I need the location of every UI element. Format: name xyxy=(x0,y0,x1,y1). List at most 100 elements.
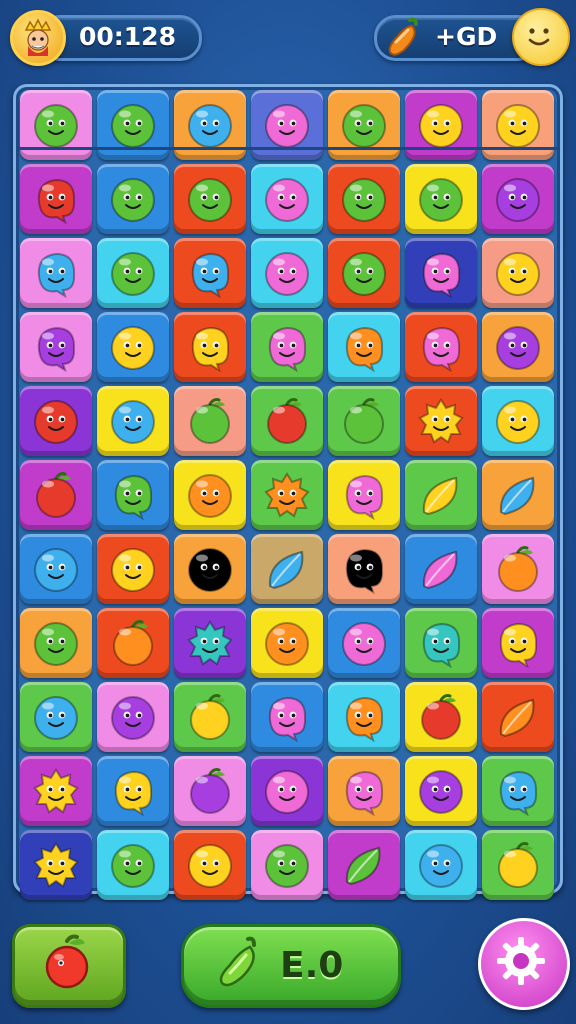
tile-character-icon xyxy=(345,474,384,520)
tile-character-icon xyxy=(418,398,464,444)
booster-button[interactable] xyxy=(12,924,126,1008)
board-tile[interactable] xyxy=(482,756,554,826)
board-tile[interactable] xyxy=(20,682,92,752)
board-tile[interactable] xyxy=(97,534,169,604)
board-tile[interactable] xyxy=(20,756,92,826)
board-tile[interactable] xyxy=(97,238,169,308)
board-tile[interactable] xyxy=(174,830,246,900)
board-tile[interactable] xyxy=(97,164,169,234)
board-tile[interactable] xyxy=(482,682,554,752)
board-tile[interactable] xyxy=(405,238,477,308)
board-tile[interactable] xyxy=(482,608,554,678)
board-tile[interactable] xyxy=(20,460,92,530)
board-tile[interactable] xyxy=(405,830,477,900)
board-tile[interactable] xyxy=(482,460,554,530)
board-tile[interactable] xyxy=(174,756,246,826)
tile-character-icon xyxy=(344,398,384,444)
tile-character-icon xyxy=(419,104,463,148)
tile-character-icon xyxy=(111,844,155,888)
board-tile[interactable] xyxy=(251,164,323,234)
board-tile[interactable] xyxy=(174,460,246,530)
smiley-coin-icon xyxy=(512,8,570,66)
board-tile[interactable] xyxy=(251,386,323,456)
board-tile[interactable] xyxy=(328,534,400,604)
tile-character-icon xyxy=(496,178,540,222)
board-tile[interactable] xyxy=(328,238,400,308)
board-tile[interactable] xyxy=(174,534,246,604)
tile-character-icon xyxy=(114,474,153,520)
board-tile[interactable] xyxy=(405,164,477,234)
board-tile[interactable] xyxy=(405,312,477,382)
board-tile[interactable] xyxy=(174,682,246,752)
tile-character-icon xyxy=(33,842,79,888)
board-tile[interactable] xyxy=(20,238,92,308)
board-tile[interactable] xyxy=(97,312,169,382)
board-tile[interactable] xyxy=(482,830,554,900)
tile-character-icon xyxy=(34,104,78,148)
board-tile[interactable] xyxy=(174,238,246,308)
board-tile[interactable] xyxy=(328,312,400,382)
board-tile[interactable] xyxy=(482,238,554,308)
board-tile[interactable] xyxy=(482,386,554,456)
board-tile[interactable] xyxy=(20,830,92,900)
board-tile[interactable] xyxy=(482,312,554,382)
board-tile[interactable] xyxy=(251,756,323,826)
board-tile[interactable] xyxy=(405,386,477,456)
board-tile[interactable] xyxy=(20,608,92,678)
tile-character-icon xyxy=(498,842,538,888)
board-tile[interactable] xyxy=(97,830,169,900)
board-tile[interactable] xyxy=(328,164,400,234)
tile-character-icon xyxy=(499,698,535,738)
board-tile[interactable] xyxy=(174,164,246,234)
score-button[interactable]: E.0 xyxy=(181,924,401,1008)
board-tile[interactable] xyxy=(405,682,477,752)
board-tile[interactable] xyxy=(328,682,400,752)
board-tile[interactable] xyxy=(328,756,400,826)
board-tile[interactable] xyxy=(251,682,323,752)
bonus-text: +GD xyxy=(435,22,498,51)
tile-character-icon xyxy=(265,622,309,666)
tile-character-icon xyxy=(342,252,386,296)
board-tile[interactable] xyxy=(328,830,400,900)
board-tile[interactable] xyxy=(405,756,477,826)
tile-character-icon xyxy=(265,770,309,814)
board-tile[interactable] xyxy=(20,534,92,604)
board-tile[interactable] xyxy=(20,312,92,382)
board-tile[interactable] xyxy=(405,608,477,678)
board-tile[interactable] xyxy=(482,534,554,604)
board-tile[interactable] xyxy=(251,608,323,678)
board-tile[interactable] xyxy=(405,460,477,530)
board-tile[interactable] xyxy=(328,460,400,530)
tile-character-icon xyxy=(264,472,310,518)
tile-character-icon xyxy=(422,550,458,590)
green-pepper-icon xyxy=(219,936,256,987)
king-avatar-icon[interactable] xyxy=(10,10,66,66)
board-tile[interactable] xyxy=(251,460,323,530)
board-tile[interactable] xyxy=(97,460,169,530)
board-tile[interactable] xyxy=(328,386,400,456)
board-tile[interactable] xyxy=(97,608,169,678)
board-tile[interactable] xyxy=(251,238,323,308)
tile-character-icon xyxy=(421,694,461,740)
tile-character-icon xyxy=(111,548,155,592)
tile-character-icon xyxy=(265,252,309,296)
tile-character-icon xyxy=(422,252,461,298)
board-tile[interactable] xyxy=(482,164,554,234)
board-tile[interactable] xyxy=(405,534,477,604)
board-tile[interactable] xyxy=(251,534,323,604)
board-tile[interactable] xyxy=(174,312,246,382)
board-tile[interactable] xyxy=(251,312,323,382)
board-tile[interactable] xyxy=(251,830,323,900)
board-tile[interactable] xyxy=(20,164,92,234)
board-tile[interactable] xyxy=(97,756,169,826)
board-tile[interactable] xyxy=(174,386,246,456)
top-hud: 00:128 +GD xyxy=(0,0,576,76)
board-tile[interactable] xyxy=(97,386,169,456)
board-tile[interactable] xyxy=(20,386,92,456)
tile-character-icon xyxy=(267,398,307,444)
board-tile[interactable] xyxy=(97,682,169,752)
board-tile[interactable] xyxy=(328,608,400,678)
board-tile[interactable] xyxy=(174,608,246,678)
settings-button[interactable] xyxy=(478,918,570,1010)
tile-character-icon xyxy=(345,548,384,594)
